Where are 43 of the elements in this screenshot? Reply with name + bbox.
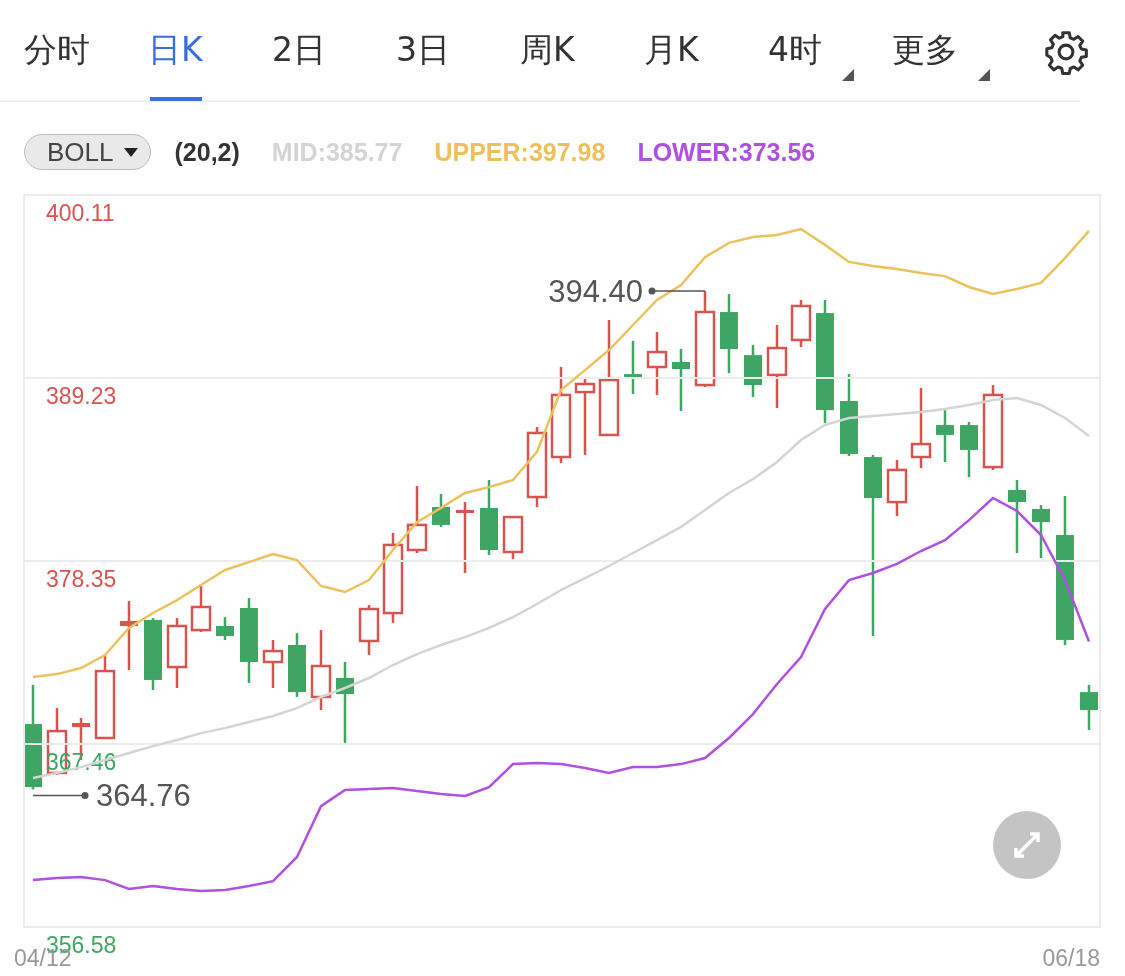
candlestick [406,486,428,553]
candlestick [936,410,954,463]
period-tab[interactable]: 分时 [24,0,148,101]
leader-line [32,791,89,799]
indicator-dropdown[interactable]: BOLL [24,134,151,170]
candlestick [358,604,380,656]
candlestick [960,422,978,477]
candlestick [456,502,474,573]
indicator-params: (20,2) [174,137,240,167]
candlestick [120,600,138,671]
period-tab[interactable]: 周K [520,0,644,101]
period-tab[interactable]: 2日 [272,0,396,101]
indicator-reading: UPPER:397.98 [434,137,606,167]
candlestick [624,340,642,394]
caret-icon [123,147,138,157]
axis-label: 400.11 [46,200,115,226]
price-annotation: 394.40 [548,274,643,309]
candlestick [262,639,284,689]
indicator-reading: LOWER:373.56 [637,137,816,167]
candlestick [432,494,450,527]
period-tab[interactable]: 月K [644,0,768,101]
candlestick [288,633,306,697]
axis-label: 378.35 [46,565,117,592]
candlestick [1032,505,1050,559]
candlestick [886,460,908,516]
candlestick [1080,685,1098,731]
candlestick [502,515,524,560]
period-tab[interactable]: 日K [148,0,272,101]
period-tab[interactable]: 4时 [768,0,892,101]
leader-line [648,287,706,295]
candlestick [190,584,212,633]
axis-label: 389.23 [46,382,117,409]
candlestick [166,618,188,689]
period-tab[interactable]: 3日 [396,0,520,101]
period-tab[interactable]: 更多 [892,0,1016,101]
candlestick [744,345,762,397]
candlestick [672,349,690,412]
candlestick [216,617,234,640]
price-annotation: 364.76 [96,778,191,814]
settings-icon[interactable] [1043,29,1089,75]
candlestick [790,299,812,347]
candlestick [646,332,668,395]
axis-label: 06/18 [1042,945,1100,971]
